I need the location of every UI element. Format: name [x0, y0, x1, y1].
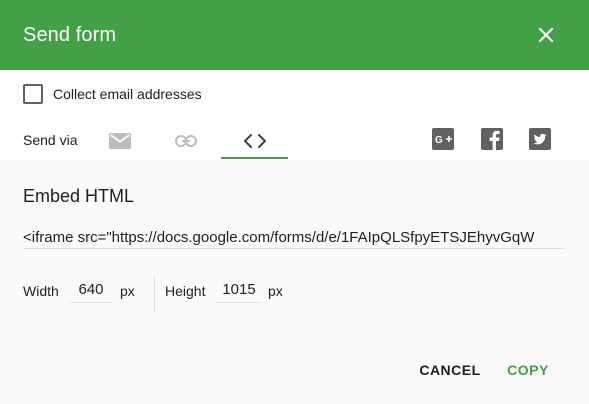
twitter-icon [529, 128, 551, 150]
embed-code-icon [243, 134, 266, 148]
dialog-title: Send form [23, 24, 117, 46]
tab-link[interactable] [166, 122, 206, 160]
send-form-dialog: Send form Collect email addresses Send v… [0, 0, 589, 404]
cancel-button[interactable]: CANCEL [418, 356, 482, 384]
dimension-divider [154, 275, 155, 313]
embed-code-field[interactable] [23, 223, 565, 249]
share-google-plus-button[interactable]: G [432, 128, 454, 150]
svg-text:G: G [435, 135, 443, 146]
collect-email-checkbox[interactable] [23, 84, 43, 104]
height-unit-label: px [268, 283, 283, 299]
send-via-label: Send via [23, 132, 78, 148]
height-input[interactable] [217, 276, 261, 303]
share-facebook-button[interactable] [481, 128, 503, 150]
active-tab-indicator [221, 157, 288, 159]
width-input[interactable] [69, 276, 113, 303]
width-unit-label: px [120, 283, 135, 299]
email-icon [109, 133, 131, 149]
embed-html-heading: Embed HTML [23, 186, 135, 206]
width-label: Width [23, 283, 59, 299]
dialog-header: Send form [0, 0, 589, 70]
facebook-icon [481, 128, 503, 150]
tab-embed[interactable] [221, 122, 288, 160]
link-icon [175, 135, 197, 147]
collect-email-label[interactable]: Collect email addresses [53, 86, 202, 102]
embed-panel: Embed HTML Width px Height px CANCEL COP… [0, 160, 589, 404]
height-label: Height [165, 283, 206, 299]
close-icon [538, 27, 554, 43]
google-plus-icon: G [432, 128, 454, 150]
share-twitter-button[interactable] [529, 128, 551, 150]
tab-email[interactable] [100, 122, 140, 160]
copy-button[interactable]: COPY [503, 356, 553, 384]
close-button[interactable] [532, 21, 560, 49]
